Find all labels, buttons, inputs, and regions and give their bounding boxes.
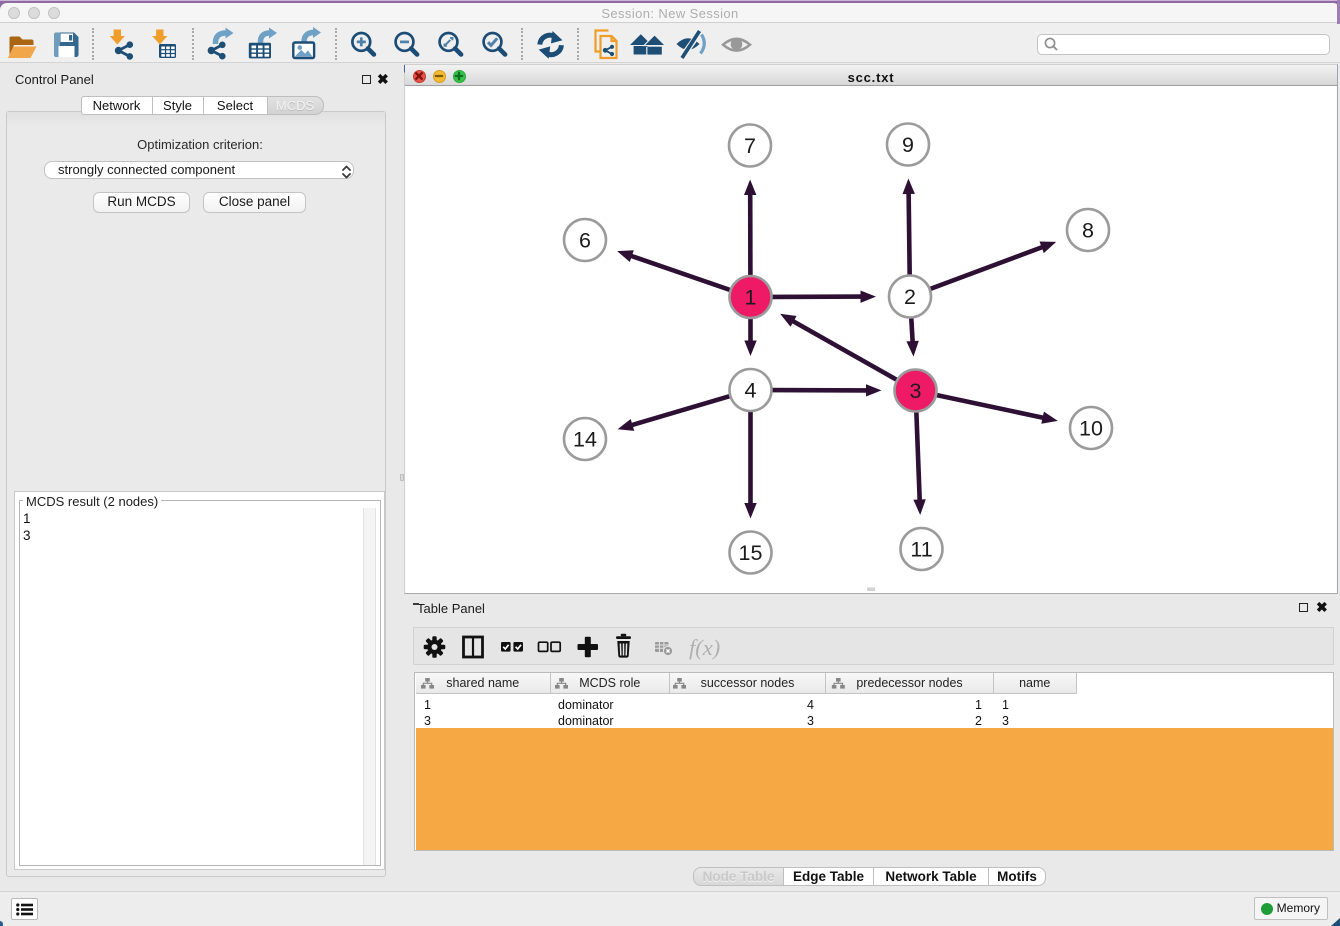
svg-text:3: 3 xyxy=(910,379,922,403)
svg-text:11: 11 xyxy=(910,538,932,562)
svg-text:f(x): f(x) xyxy=(689,635,720,660)
svg-text:4: 4 xyxy=(745,379,757,403)
svg-text:15: 15 xyxy=(739,541,763,565)
svg-text:10: 10 xyxy=(1079,417,1103,441)
svg-text:2: 2 xyxy=(904,285,916,309)
svg-text:9: 9 xyxy=(902,133,914,157)
svg-text:14: 14 xyxy=(573,428,597,452)
svg-text:8: 8 xyxy=(1082,219,1094,243)
svg-text:1: 1 xyxy=(745,286,757,310)
svg-text:7: 7 xyxy=(744,134,756,158)
svg-text:6: 6 xyxy=(579,229,591,253)
